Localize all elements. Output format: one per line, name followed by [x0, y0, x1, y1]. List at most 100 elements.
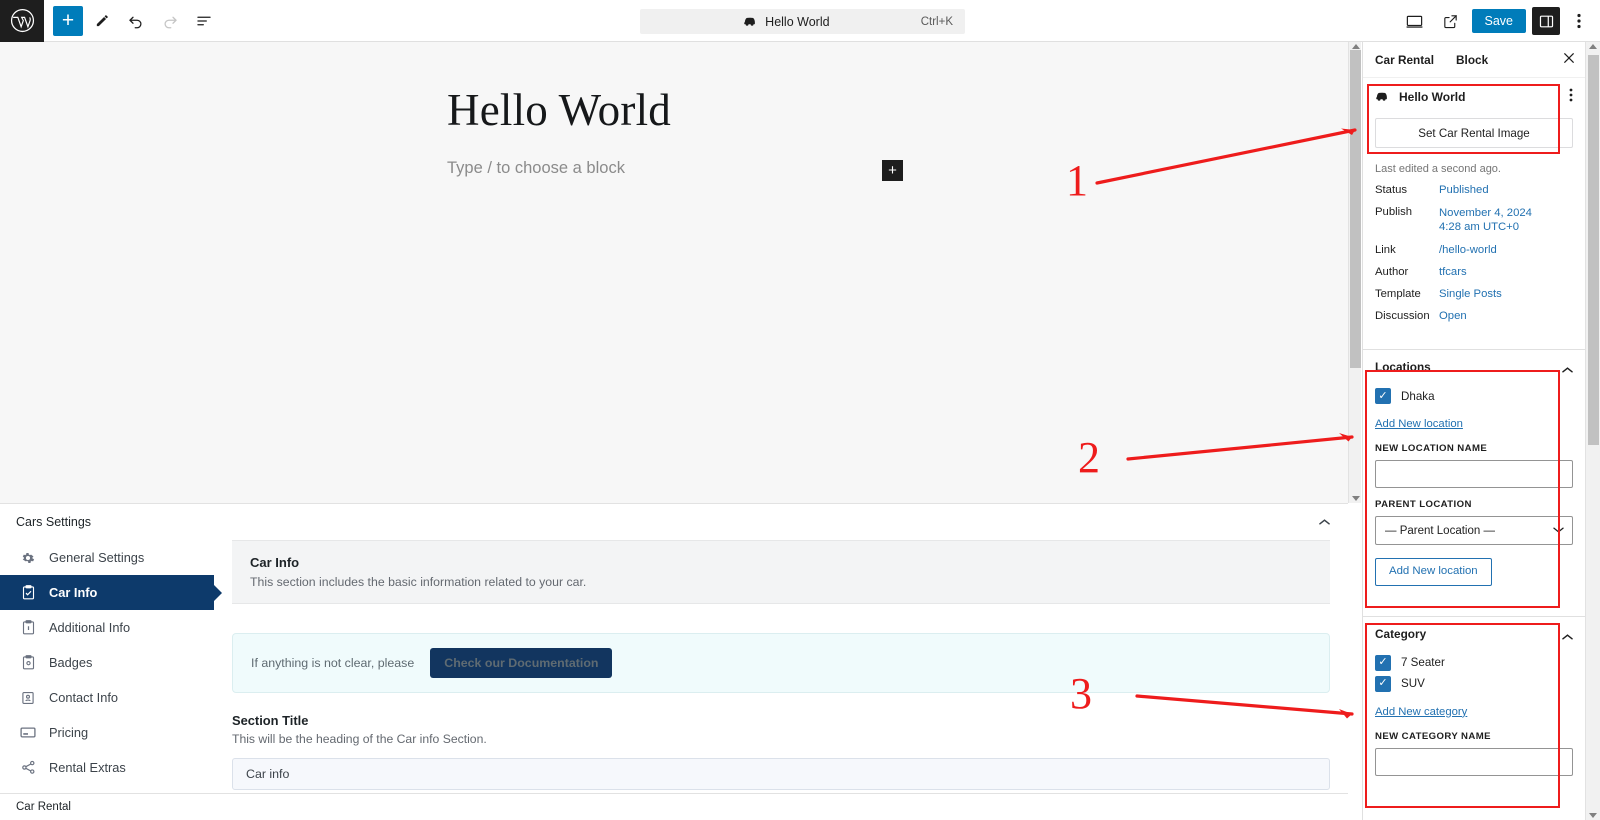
save-button[interactable]: Save	[1471, 8, 1526, 34]
category-label: SUV	[1401, 677, 1425, 691]
top-bar-actions: Save	[1400, 0, 1593, 42]
sidebar-item-contact-info[interactable]: Contact Info	[0, 680, 214, 715]
checkbox-checked-icon[interactable]: ✓	[1375, 654, 1391, 671]
parent-location-selected-value: — Parent Location —	[1385, 524, 1495, 537]
set-car-rental-image-button[interactable]: Set Car Rental Image	[1375, 118, 1573, 148]
undo-icon[interactable]	[121, 6, 151, 36]
category-checkbox-suv[interactable]: ✓ SUV	[1375, 675, 1573, 692]
edit-pencil-icon[interactable]	[87, 6, 117, 36]
annotation-number-3: 3	[1070, 669, 1092, 718]
editor-top-bar: + Hello World Ctrl+K Save	[0, 0, 1600, 42]
tab-block[interactable]: Block	[1456, 53, 1488, 67]
settings-sidebar-toggle[interactable]	[1532, 7, 1560, 35]
location-checkbox-dhaka[interactable]: ✓ Dhaka	[1375, 388, 1573, 405]
add-block-button[interactable]: +	[53, 5, 83, 36]
meta-value[interactable]: /hello-world	[1439, 244, 1497, 256]
sidebar-item-rental-extras[interactable]: Rental Extras	[0, 750, 214, 785]
sidebar-item-general-settings[interactable]: General Settings	[0, 540, 214, 575]
meta-value[interactable]: Published	[1439, 184, 1489, 196]
scroll-up-arrow-icon[interactable]	[1352, 44, 1360, 49]
preview-external-link-icon[interactable]	[1436, 6, 1466, 36]
settings-sidebar: Car Rental Block Hello World Set Car Ren…	[1362, 42, 1585, 820]
car-icon	[1375, 88, 1390, 106]
meta-row-link: Link /hello-world	[1363, 239, 1585, 261]
cars-settings-header: Cars Settings	[0, 504, 1348, 540]
parent-location-label: PARENT LOCATION	[1375, 499, 1472, 511]
block-inserter-button[interactable]: +	[882, 160, 903, 181]
sidebar-scrollbar-thumb[interactable]	[1588, 55, 1599, 445]
tab-car-rental[interactable]: Car Rental	[1375, 53, 1434, 67]
canvas-scrollbar[interactable]	[1348, 42, 1361, 503]
new-category-name-label: NEW CATEGORY NAME	[1375, 730, 1491, 742]
featured-kebab-menu-icon[interactable]	[1569, 88, 1573, 105]
meta-key: Status	[1375, 184, 1408, 196]
more-options-icon[interactable]	[1566, 7, 1592, 35]
nav-label: Car Info	[49, 585, 98, 600]
share-nodes-icon	[20, 760, 36, 775]
meta-row-publish: Publish November 4, 2024 4:28 am UTC+0	[1363, 201, 1585, 239]
chevron-up-icon[interactable]	[1319, 515, 1330, 529]
car-icon	[743, 15, 758, 29]
gear-icon	[20, 551, 36, 565]
clipboard-badge-icon	[20, 655, 36, 670]
meta-value[interactable]: November 4, 2024 4:28 am UTC+0	[1439, 206, 1532, 234]
sidebar-item-pricing[interactable]: Pricing	[0, 715, 214, 750]
sidebar-item-badges[interactable]: Badges	[0, 645, 214, 680]
meta-value[interactable]: Single Posts	[1439, 288, 1502, 300]
add-new-category-link[interactable]: Add New category	[1375, 706, 1467, 718]
chevron-up-icon[interactable]	[1562, 628, 1573, 646]
new-category-name-input[interactable]	[1375, 747, 1573, 776]
editor-canvas[interactable]: Hello World Type / to choose a block +	[0, 42, 1348, 503]
nav-label: General Settings	[49, 550, 145, 565]
status-bar-label: Car Rental	[16, 801, 71, 813]
section-title-input[interactable]: Car info	[232, 758, 1330, 791]
wordpress-logo-icon[interactable]	[0, 0, 44, 42]
check-documentation-button[interactable]: Check our Documentation	[430, 648, 613, 679]
desktop-view-icon[interactable]	[1400, 6, 1430, 36]
locations-title: Locations	[1375, 360, 1431, 375]
chevron-down-icon	[1553, 525, 1564, 537]
add-new-location-link[interactable]: Add New location	[1375, 418, 1463, 430]
meta-row-discussion: Discussion Open	[1363, 305, 1585, 327]
command-search-bar[interactable]: Hello World Ctrl+K	[640, 9, 965, 34]
nav-label: Badges	[49, 655, 93, 670]
section-title-field: Section Title This will be the heading o…	[232, 713, 1330, 791]
redo-icon[interactable]	[155, 6, 185, 36]
cars-settings-nav: General Settings Car Info Additional Inf…	[0, 540, 214, 800]
section-header-title: Car Info	[250, 555, 300, 570]
command-bar-shortcut: Ctrl+K	[920, 15, 953, 28]
meta-value[interactable]: tfcars	[1439, 266, 1467, 278]
list-view-icon[interactable]	[189, 6, 219, 36]
sidebar-tabs: Car Rental Block	[1363, 42, 1585, 78]
location-label: Dhaka	[1401, 389, 1435, 403]
new-location-name-input[interactable]	[1375, 460, 1573, 489]
scroll-down-arrow-icon[interactable]	[1589, 813, 1597, 818]
canvas-scrollbar-thumb[interactable]	[1350, 50, 1361, 368]
sidebar-item-car-info[interactable]: Car Info	[0, 575, 214, 610]
command-bar-title: Hello World	[765, 14, 830, 29]
checkbox-checked-icon[interactable]: ✓	[1375, 388, 1391, 405]
chevron-up-icon[interactable]	[1562, 361, 1573, 379]
checkbox-checked-icon[interactable]: ✓	[1375, 675, 1391, 692]
featured-image-panel: Hello World Set Car Rental Image	[1363, 78, 1585, 154]
meta-value[interactable]: Open	[1439, 310, 1467, 322]
sidebar-scrollbar[interactable]	[1585, 42, 1600, 820]
locations-panel: Locations ✓ Dhaka Add New location NEW L…	[1363, 349, 1585, 599]
meta-row-author: Author tfcars	[1363, 261, 1585, 283]
scroll-down-arrow-icon[interactable]	[1352, 496, 1360, 501]
meta-row-status: Status Published	[1363, 179, 1585, 201]
contact-card-icon	[20, 691, 36, 705]
scroll-up-arrow-icon[interactable]	[1589, 44, 1597, 49]
documentation-notice: If anything is not clear, please Check o…	[232, 633, 1330, 694]
sidebar-item-additional-info[interactable]: Additional Info	[0, 610, 214, 645]
post-title[interactable]: Hello World	[447, 84, 671, 136]
add-new-location-button[interactable]: Add New location	[1375, 558, 1492, 586]
section-title-description: This will be the heading of the Car info…	[232, 732, 487, 747]
meta-key: Discussion	[1375, 310, 1430, 323]
status-bar: Car Rental	[0, 793, 1348, 820]
category-checkbox-7-seater[interactable]: ✓ 7 Seater	[1375, 654, 1573, 671]
close-icon[interactable]	[1563, 52, 1575, 66]
notice-text: If anything is not clear, please	[251, 656, 415, 671]
block-placeholder-text[interactable]: Type / to choose a block	[447, 159, 625, 178]
parent-location-select[interactable]: — Parent Location —	[1375, 516, 1573, 546]
